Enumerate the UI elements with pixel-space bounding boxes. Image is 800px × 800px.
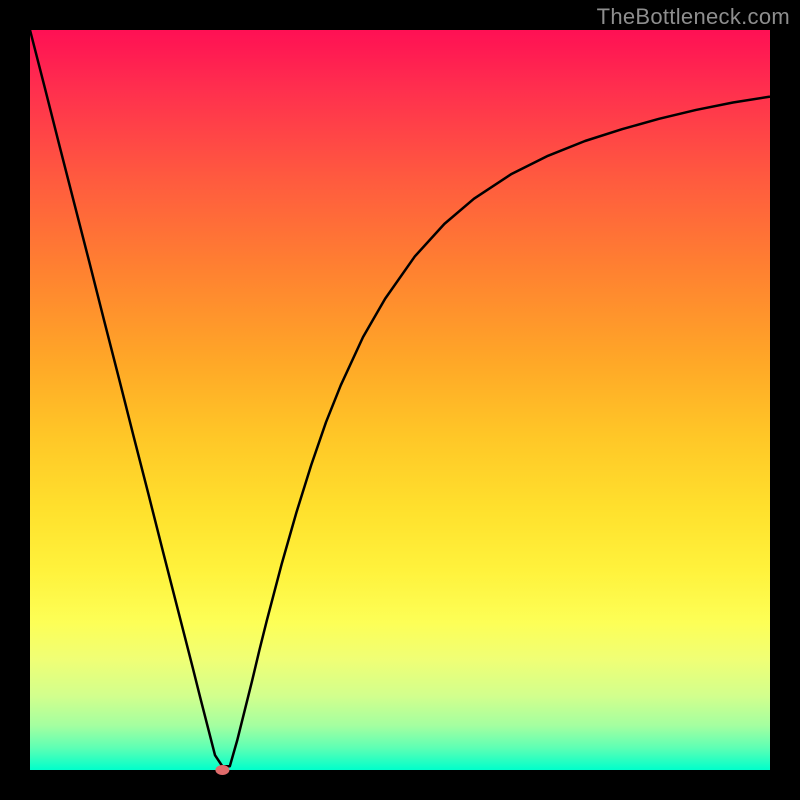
watermark-text: TheBottleneck.com: [597, 4, 790, 30]
minimum-marker: [215, 765, 229, 775]
plot-area: [30, 30, 770, 770]
bottleneck-curve: [30, 30, 770, 766]
chart-frame: TheBottleneck.com: [0, 0, 800, 800]
chart-svg: [30, 30, 770, 770]
